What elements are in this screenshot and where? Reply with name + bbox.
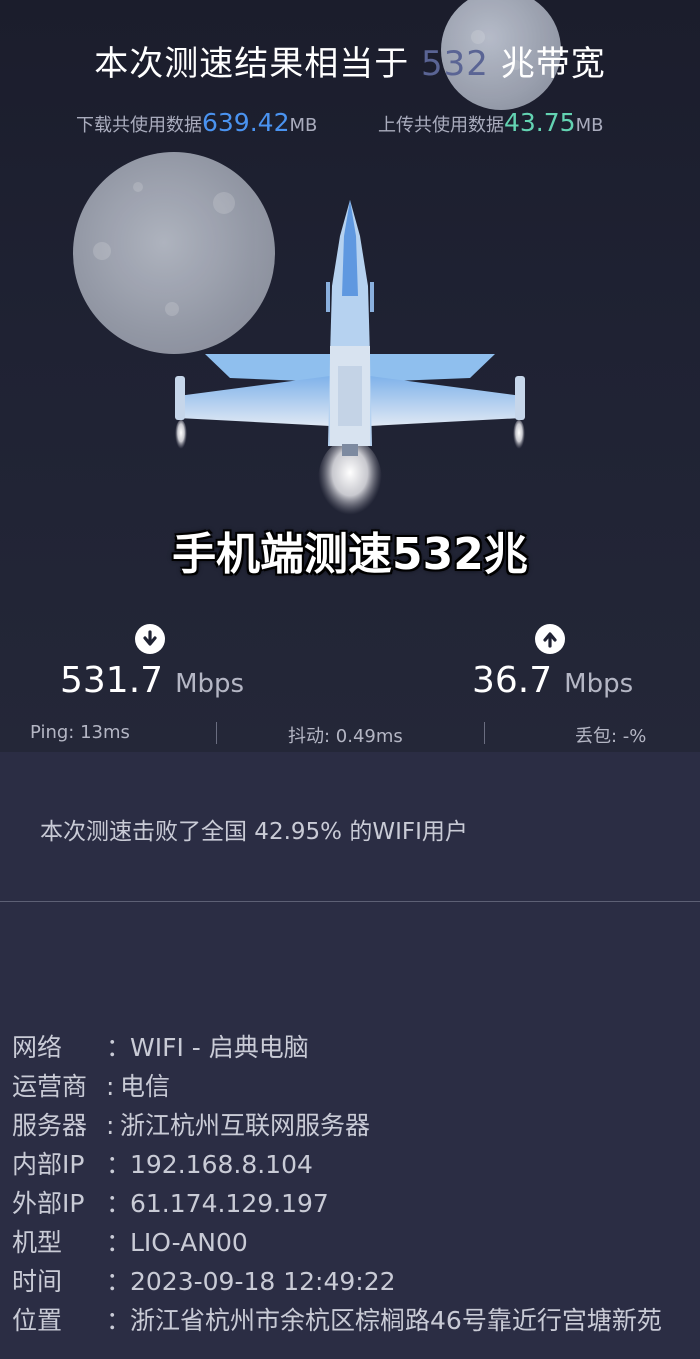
result-hero: 本次测速结果相当于 532 兆带宽 下载共使用数据639.42MB 上传共使用数… — [0, 0, 700, 752]
upload-usage-unit: MB — [575, 115, 604, 136]
upload-speed-value: 36.7 — [472, 660, 553, 701]
info-value: WIFI - 启典电脑 — [130, 1033, 309, 1062]
download-usage-label: 下载共使用数据 — [76, 115, 202, 136]
upload-usage-label: 上传共使用数据 — [378, 115, 504, 136]
info-value: 浙江杭州互联网服务器 — [120, 1111, 371, 1140]
info-row-internal-ip: 内部IP ： 192.168.8.104 — [12, 1145, 692, 1184]
info-row-carrier: 运营商 : 电信 — [12, 1067, 692, 1106]
info-label: 网络 — [12, 1033, 63, 1062]
ping-stat: Ping: 13ms — [30, 722, 130, 743]
ranking-text: 本次测速击败了全国 42.95% 的WIFI用户 — [40, 819, 468, 845]
stat-divider — [484, 722, 485, 744]
info-row-location: 位置 ： 浙江省杭州市余杭区棕榈路46号靠近行宫塘新苑 — [12, 1301, 692, 1340]
info-row-device-model: 机型 ： LIO-AN00 — [12, 1223, 692, 1262]
info-label: 运营商 — [12, 1072, 88, 1101]
info-label: 外部IP — [12, 1189, 85, 1218]
info-label: 时间 — [12, 1267, 63, 1296]
info-label: 机型 — [12, 1228, 63, 1257]
stat-divider — [216, 722, 217, 744]
jet-plane-illustration — [175, 200, 525, 523]
info-value: 2023-09-18 12:49:22 — [130, 1267, 396, 1296]
info-value: 电信 — [120, 1072, 171, 1101]
upload-speed-unit: Mbps — [564, 669, 634, 699]
packet-loss-stat: 丢包: -% — [575, 726, 647, 747]
download-usage-value: 639.42 — [202, 108, 290, 137]
download-usage-unit: MB — [289, 115, 318, 136]
info-label: 服务器 — [12, 1111, 88, 1140]
result-headline: 本次测速结果相当于 532 兆带宽 — [0, 36, 700, 85]
network-info-list: 网络 ： WIFI - 启典电脑 运营商 : 电信 服务器 : 浙江杭州互联网服… — [12, 1028, 692, 1340]
upload-usage: 上传共使用数据43.75MB — [378, 108, 603, 137]
info-row-external-ip: 外部IP ： 61.174.129.197 — [12, 1184, 692, 1223]
arrow-down-circle-icon — [135, 624, 165, 654]
overlay-caption: 手机端测速532兆 — [172, 529, 528, 580]
download-speed-value: 531.7 — [60, 660, 164, 701]
info-value: 192.168.8.104 — [130, 1150, 313, 1179]
arrow-up-circle-icon — [535, 624, 565, 654]
info-row-server: 服务器 : 浙江杭州互联网服务器 — [12, 1106, 692, 1145]
info-row-network: 网络 ： WIFI - 启典电脑 — [12, 1028, 692, 1067]
headline-prefix: 本次测速结果相当于 — [94, 44, 410, 84]
section-divider — [0, 901, 700, 902]
info-label: 内部IP — [12, 1150, 85, 1179]
info-label: 位置 — [12, 1306, 63, 1335]
info-row-time: 时间 ： 2023-09-18 12:49:22 — [12, 1262, 692, 1301]
headline-bandwidth-number: 532 — [421, 44, 489, 84]
jitter-stat: 抖动: 0.49ms — [288, 726, 403, 747]
headline-suffix: 兆带宽 — [500, 44, 606, 84]
speed-test-result-page: 本次测速结果相当于 532 兆带宽 下载共使用数据639.42MB 上传共使用数… — [0, 0, 700, 1359]
info-value: 61.174.129.197 — [130, 1189, 329, 1218]
upload-speed: 36.7 Mbps — [472, 660, 633, 701]
download-speed: 531.7 Mbps — [60, 660, 244, 701]
download-usage: 下载共使用数据639.42MB — [76, 108, 317, 137]
download-speed-unit: Mbps — [175, 669, 245, 699]
upload-usage-value: 43.75 — [504, 108, 576, 137]
info-value: 浙江省杭州市余杭区棕榈路46号靠近行宫塘新苑 — [130, 1306, 662, 1335]
info-value: LIO-AN00 — [130, 1228, 248, 1257]
